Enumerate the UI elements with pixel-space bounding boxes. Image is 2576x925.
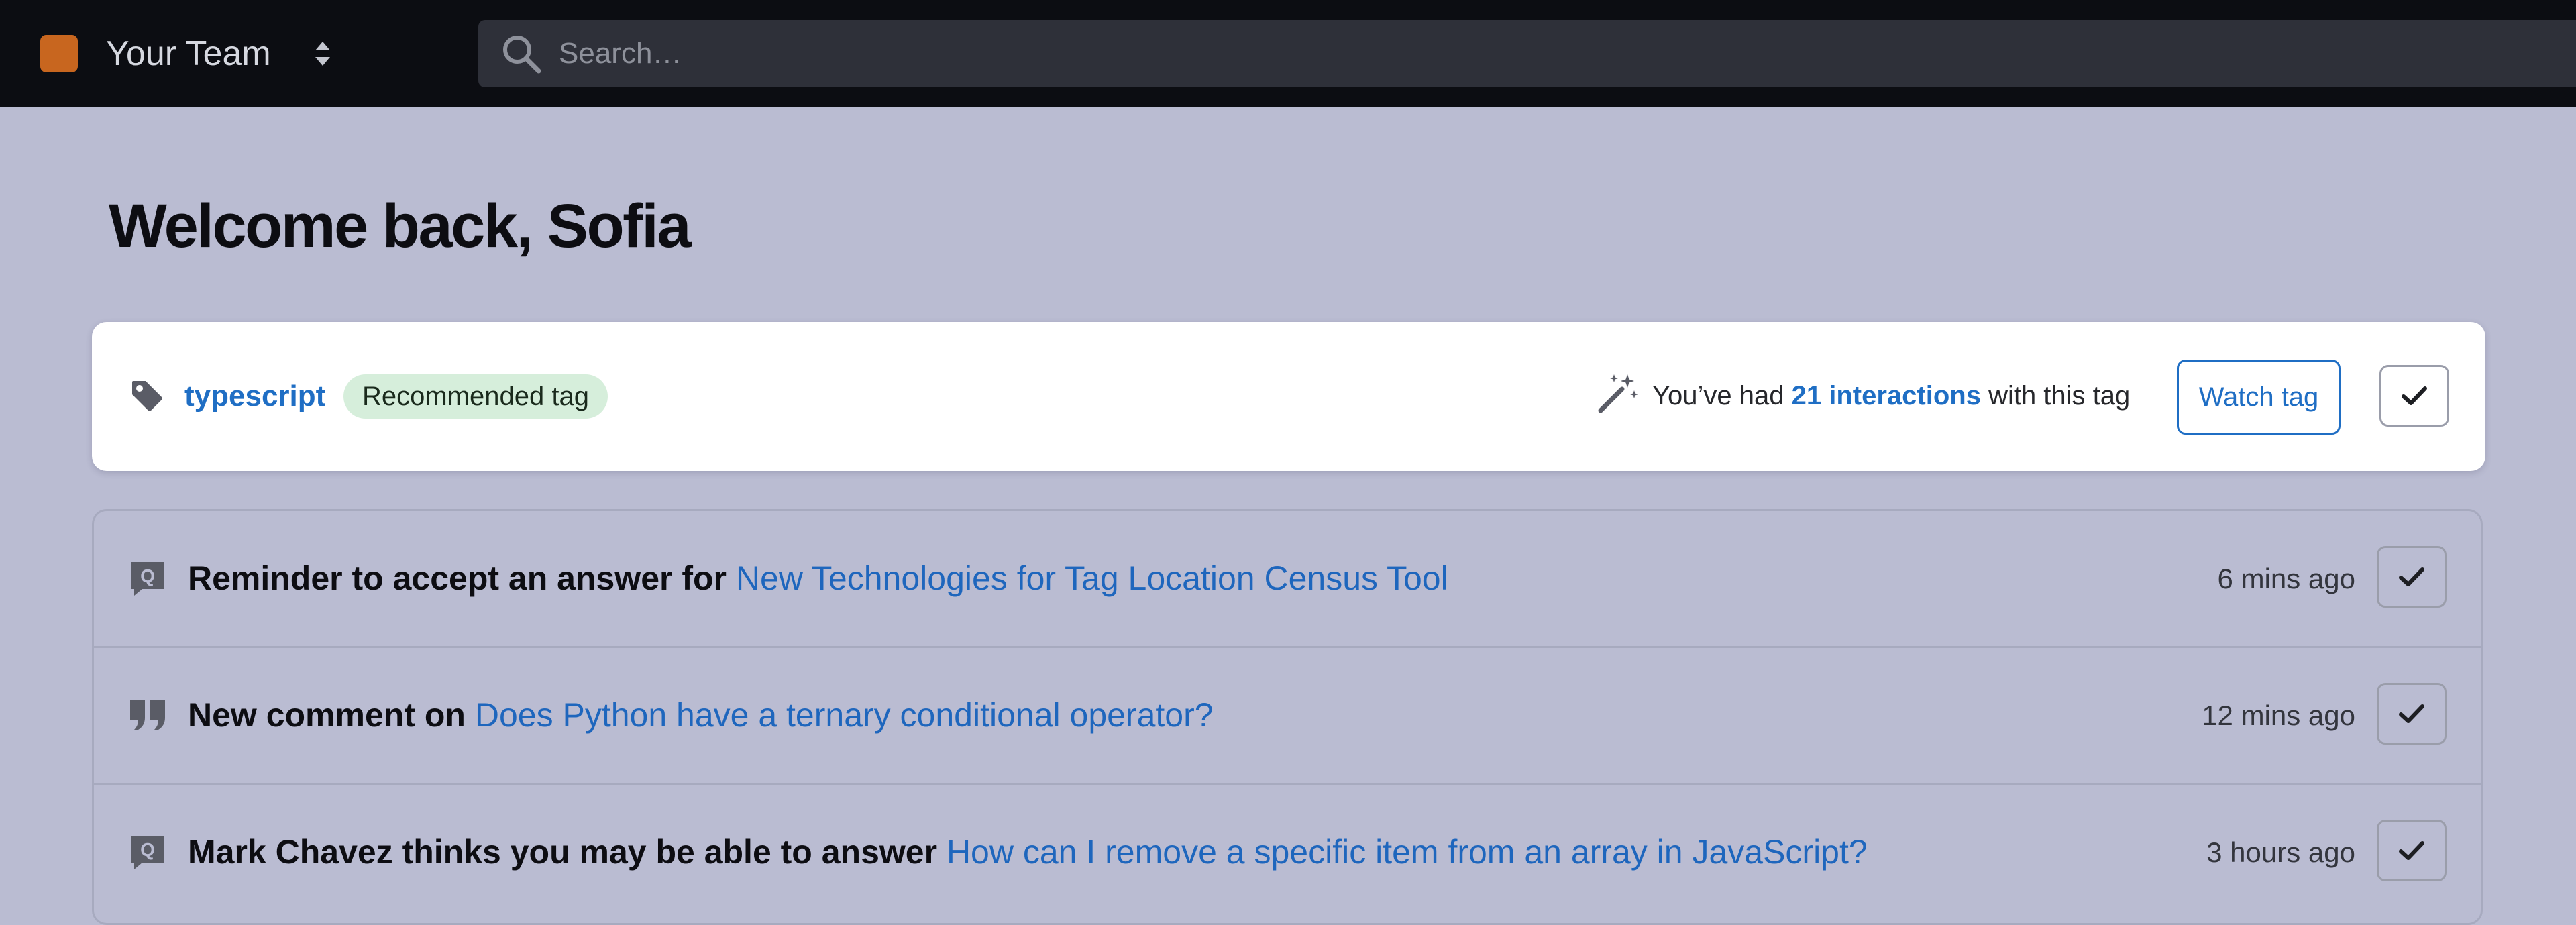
tag-icon — [132, 381, 162, 411]
watch-tag-button[interactable]: Watch tag — [2177, 360, 2341, 435]
activity-item: New comment on Does Python have a ternar… — [94, 648, 2481, 785]
question-icon: Q — [131, 562, 164, 596]
top-bar: Your Team — [0, 0, 2576, 107]
activity-text: New comment on Does Python have a ternar… — [188, 694, 1214, 737]
interaction-prefix: You’ve had — [1652, 381, 1784, 411]
team-name: Your Team — [106, 34, 271, 73]
activity-timestamp: 6 mins ago — [2217, 563, 2355, 594]
tag-link[interactable]: typescript — [184, 378, 325, 415]
page-title: Welcome back, Sofia — [109, 192, 692, 260]
activity-lead: Reminder to accept an answer for — [188, 559, 727, 597]
activity-lead: Mark Chavez thinks you may be able to an… — [188, 833, 938, 871]
activity-timestamp: 3 hours ago — [2206, 836, 2355, 868]
magic-wand-icon — [1598, 374, 1638, 413]
check-icon — [2399, 704, 2424, 723]
check-icon — [2399, 567, 2424, 586]
activity-item: Q Mark Chavez thinks you may be able to … — [94, 785, 2481, 922]
check-icon — [2402, 386, 2427, 405]
activity-list: Q Reminder to accept an answer for New T… — [92, 509, 2483, 925]
svg-text:Q: Q — [140, 565, 155, 586]
search-icon — [503, 36, 541, 74]
team-logo — [40, 35, 78, 72]
team-switcher[interactable]: Your Team — [40, 32, 333, 75]
question-link[interactable]: New Technologies for Tag Location Census… — [736, 559, 1448, 597]
mark-done-button[interactable] — [2377, 820, 2447, 881]
question-link[interactable]: Does Python have a ternary conditional o… — [475, 696, 1214, 734]
activity-text: Reminder to accept an answer for New Tec… — [188, 557, 1448, 600]
comment-quote-icon — [130, 700, 165, 730]
recommended-tag-card: typescript Recommended tag You’ve had 21… — [92, 322, 2485, 471]
chevron-up-down-icon — [315, 42, 330, 66]
activity-text: Mark Chavez thinks you may be able to an… — [188, 830, 1868, 873]
interaction-count-link[interactable]: 21 interactions — [1792, 381, 1981, 411]
activity-item: Q Reminder to accept an answer for New T… — [94, 511, 2481, 648]
dismiss-recommendation-button[interactable] — [2379, 365, 2449, 427]
check-icon — [2399, 841, 2424, 860]
search-box[interactable] — [478, 20, 2576, 87]
question-link[interactable]: How can I remove a specific item from an… — [947, 833, 1868, 871]
recommended-tag-badge: Recommended tag — [343, 374, 608, 419]
activity-lead: New comment on — [188, 696, 466, 734]
question-icon: Q — [131, 836, 164, 869]
mark-done-button[interactable] — [2377, 546, 2447, 608]
activity-timestamp: 12 mins ago — [2202, 700, 2355, 731]
interaction-summary: You’ve had 21 interactions with this tag — [1652, 378, 2130, 414]
interaction-suffix: with this tag — [1988, 381, 2131, 411]
search-input[interactable] — [557, 27, 2576, 80]
mark-done-button[interactable] — [2377, 683, 2447, 745]
svg-text:Q: Q — [140, 839, 155, 860]
